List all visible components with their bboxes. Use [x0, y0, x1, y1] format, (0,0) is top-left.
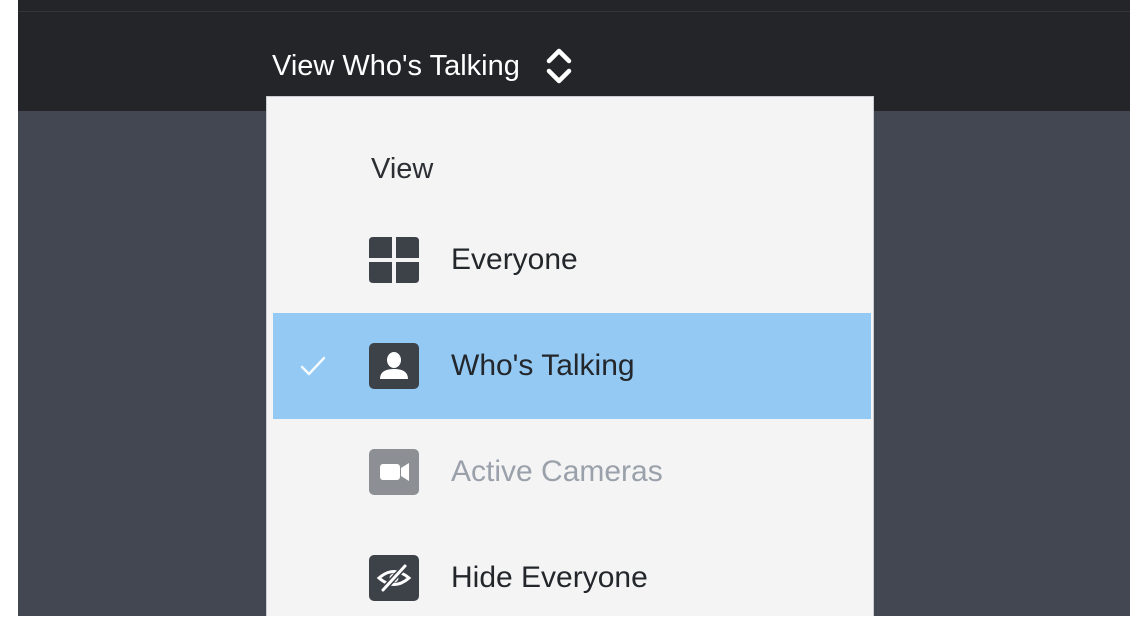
menu-item-label: Who's Talking — [451, 349, 635, 382]
menu-heading: View — [371, 153, 434, 185]
eye-slash-icon — [367, 554, 421, 602]
view-selector-label: View Who's Talking — [272, 49, 520, 82]
menu-item-label: Hide Everyone — [451, 561, 648, 594]
menu-item-everyone[interactable]: Everyone — [273, 207, 871, 313]
chevron-up-down-icon — [542, 41, 576, 91]
menu-item-hide-everyone[interactable]: Hide Everyone — [273, 525, 871, 631]
video-camera-icon — [367, 448, 421, 496]
menu-item-label: Everyone — [451, 243, 578, 276]
window-edge — [1130, 0, 1139, 616]
toolbar-divider — [18, 11, 1130, 12]
view-dropdown-menu: View Everyone Who's Talking Active Camer… — [266, 96, 874, 616]
menu-item-whos-talking[interactable]: Who's Talking — [273, 313, 871, 419]
person-icon — [367, 342, 421, 390]
menu-item-label: Active Cameras — [451, 455, 663, 488]
menu-item-active-cameras: Active Cameras — [273, 419, 871, 525]
grid-icon — [367, 236, 421, 284]
view-selector-button[interactable]: View Who's Talking — [272, 36, 576, 96]
checkmark-icon — [293, 313, 333, 419]
